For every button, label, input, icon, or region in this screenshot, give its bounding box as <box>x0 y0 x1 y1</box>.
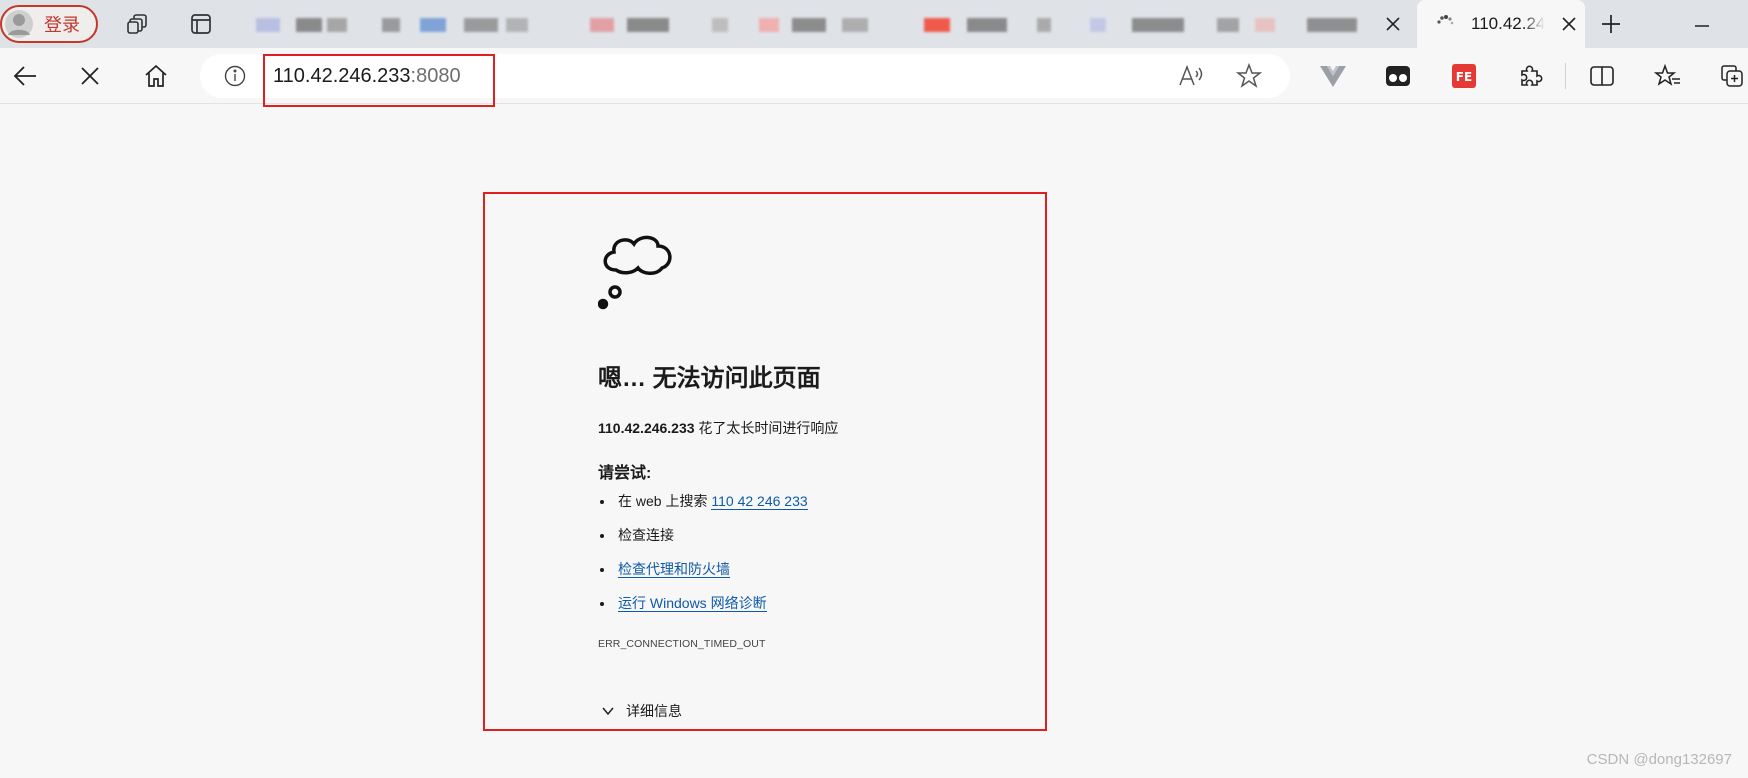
check-connection-text: 检查连接 <box>618 527 674 543</box>
toolbar-separator <box>1565 63 1566 89</box>
error-code: ERR_CONNECTION_TIMED_OUT <box>598 638 766 650</box>
list-item: 在 web 上搜索 110 42 246 233 <box>598 490 808 524</box>
active-tab-close-icon[interactable] <box>1559 14 1579 34</box>
svg-text:FE: FE <box>1456 70 1472 84</box>
loading-spinner-icon <box>1437 15 1454 25</box>
tab-close-icon[interactable] <box>1383 14 1403 34</box>
extension-glasses-icon[interactable] <box>1382 60 1414 92</box>
read-aloud-icon[interactable] <box>1177 63 1205 94</box>
profile-button[interactable]: 登录 <box>0 5 98 43</box>
watermark: CSDN @dong132697 <box>1586 751 1732 768</box>
search-prefix: 在 web 上搜索 <box>618 493 712 509</box>
user-avatar-icon <box>5 10 33 38</box>
active-tab-title: 110.42.246.233:8080 <box>1471 14 1545 33</box>
error-message: 花了太长时间进行响应 <box>694 420 839 436</box>
site-info-icon[interactable] <box>224 65 246 87</box>
check-proxy-link[interactable]: 检查代理和防火墙 <box>618 561 730 578</box>
profile-label: 登录 <box>44 15 80 35</box>
list-item: 运行 Windows 网络诊断 <box>598 592 808 626</box>
details-label: 详细信息 <box>626 703 682 719</box>
vue-devtools-icon[interactable] <box>1317 60 1349 92</box>
thought-cloud-icon <box>598 235 672 310</box>
suggestion-list: 在 web 上搜索 110 42 246 233 检查连接 检查代理和防火墙 运… <box>598 490 808 626</box>
network-diagnostics-link[interactable]: 运行 Windows 网络诊断 <box>618 595 767 612</box>
error-title: 嗯… 无法访问此页面 <box>598 365 821 392</box>
list-item: 检查连接 <box>598 524 808 558</box>
stop-loading-button[interactable] <box>74 60 106 92</box>
home-button[interactable] <box>140 60 172 92</box>
workspaces-icon[interactable] <box>124 10 152 38</box>
split-screen-icon[interactable] <box>1586 60 1618 92</box>
try-label: 请尝试: <box>598 465 652 482</box>
fe-helper-icon[interactable]: FE <box>1448 60 1480 92</box>
tab-actions-icon[interactable] <box>187 10 215 38</box>
list-item: 检查代理和防火墙 <box>598 558 808 592</box>
favorites-icon[interactable] <box>1652 60 1684 92</box>
add-favorite-icon[interactable] <box>1235 62 1263 94</box>
new-tab-icon[interactable] <box>1597 10 1625 38</box>
extensions-puzzle-icon[interactable] <box>1514 60 1546 92</box>
url-highlight-box <box>263 54 495 107</box>
error-host: 110.42.246.233 <box>598 420 695 436</box>
error-highlight-box <box>483 192 1047 731</box>
tab-strip: 登录 110.42.24 <box>0 0 1748 48</box>
minimize-icon[interactable] <box>1688 10 1716 38</box>
background-tabs[interactable] <box>232 6 1387 42</box>
back-button[interactable] <box>9 60 41 92</box>
chevron-down-icon <box>602 707 614 716</box>
collections-icon[interactable] <box>1716 60 1748 92</box>
details-toggle[interactable]: 详细信息 <box>600 701 682 721</box>
active-tab[interactable]: 110.42.246.233:8080 <box>1417 0 1585 48</box>
error-description: 110.42.246.233 花了太长时间进行响应 <box>598 418 838 438</box>
search-web-link[interactable]: 110 42 246 233 <box>711 493 808 510</box>
